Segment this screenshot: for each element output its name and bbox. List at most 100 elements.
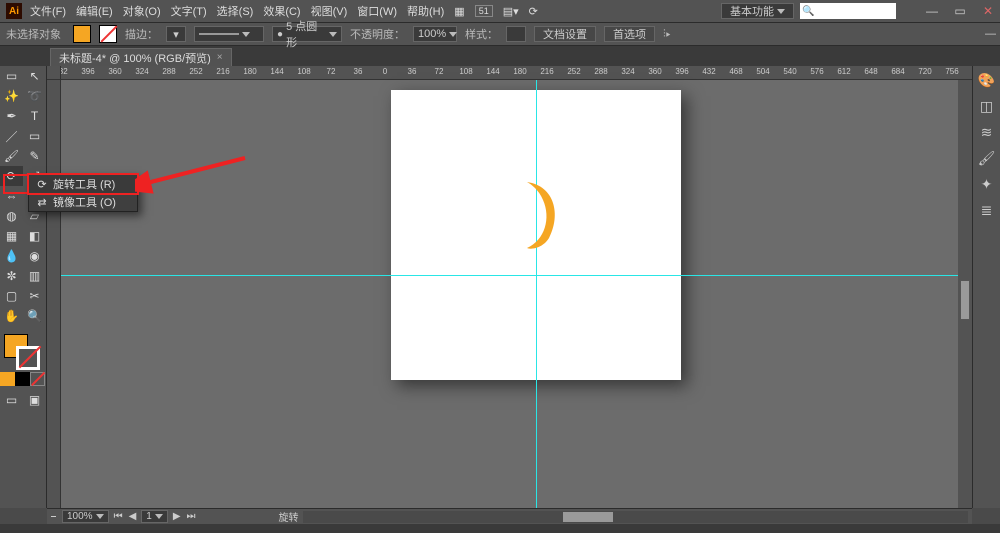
nav-next-icon[interactable]: ▶ — [170, 511, 184, 522]
layers-panel-icon[interactable]: ≣ — [977, 200, 997, 220]
ruler-tick: 252 — [567, 67, 580, 76]
zoom-field[interactable]: 100% — [62, 510, 109, 523]
selection-tool[interactable]: ▭ — [0, 66, 23, 86]
document-tab[interactable]: 未标题-4* @ 100% (RGB/预览) × — [50, 48, 232, 66]
ruler-tick: 72 — [435, 67, 444, 76]
window-minimize[interactable]: — — [920, 4, 944, 18]
screen-mode-full[interactable]: ▣ — [23, 390, 46, 410]
canvas[interactable] — [61, 80, 972, 508]
stroke-weight-field[interactable]: ▾ — [166, 26, 186, 42]
stroke-swatch[interactable] — [99, 25, 117, 43]
brushes-panel-icon[interactable]: 🖌 — [977, 148, 997, 168]
slice-tool[interactable]: ✂ — [23, 286, 46, 306]
stroke-panel-icon[interactable]: ≋ — [977, 122, 997, 142]
menu-object[interactable]: 对象(O) — [123, 3, 161, 19]
menu-type[interactable]: 文字(T) — [171, 3, 207, 19]
ruler-origin[interactable] — [47, 66, 61, 80]
guide-horizontal[interactable] — [61, 275, 972, 276]
swatches-panel-icon[interactable]: ◫ — [977, 96, 997, 116]
pencil-tool[interactable]: ✎ — [23, 146, 46, 166]
scrollbar-v-thumb[interactable] — [960, 280, 970, 320]
doc-min-icon[interactable]: — — [985, 28, 996, 40]
lasso-tool[interactable]: ➰ — [23, 86, 46, 106]
color-panel-icon[interactable]: 🎨 — [977, 70, 997, 90]
graph-tool[interactable]: ▥ — [23, 266, 46, 286]
window-restore[interactable]: ▭ — [948, 4, 972, 18]
nav-first-icon[interactable]: ⏮ — [111, 511, 126, 522]
type-tool[interactable]: T — [23, 106, 46, 126]
paintbrush-tool[interactable]: 🖌 — [0, 146, 23, 166]
search-input[interactable]: 🔍 — [800, 3, 896, 19]
direct-selection-tool[interactable]: ↖ — [23, 66, 46, 86]
symbol-sprayer-tool[interactable]: ✼ — [0, 266, 23, 286]
scrollbar-vertical[interactable] — [958, 80, 972, 508]
none-mode-icon[interactable] — [30, 372, 45, 386]
symbols-panel-icon[interactable]: ✦ — [977, 174, 997, 194]
scrollbar-h-thumb[interactable] — [563, 512, 613, 522]
preferences-button[interactable]: 首选项 — [604, 26, 655, 42]
menu-select[interactable]: 选择(S) — [217, 3, 254, 19]
line-tool[interactable]: ／ — [0, 126, 23, 146]
ruler-tick: 36 — [354, 67, 363, 76]
ruler-tick: 108 — [297, 67, 310, 76]
nav-prev-icon[interactable]: ◀ — [126, 511, 140, 522]
pen-tool[interactable]: ✒ — [0, 106, 23, 126]
shape-builder-tool[interactable]: ◍ — [0, 206, 23, 226]
gradient-mode-icon[interactable] — [15, 372, 30, 386]
workspace-switcher[interactable]: 基本功能 — [721, 3, 794, 19]
blend-tool[interactable]: ◉ — [23, 246, 46, 266]
brush-field[interactable]: ● 5 点圆形 — [272, 26, 342, 42]
menu-help[interactable]: 帮助(H) — [407, 3, 444, 19]
stroke-profile-field[interactable] — [194, 26, 264, 42]
gradient-tool[interactable]: ◧ — [23, 226, 46, 246]
menu-view[interactable]: 视图(V) — [311, 3, 348, 19]
page-field[interactable]: 1 — [141, 510, 168, 523]
ruler-tick: 144 — [270, 67, 283, 76]
fill-stroke-indicator[interactable] — [0, 332, 46, 372]
menu-extra-3[interactable]: ▤▾ — [503, 5, 519, 18]
window-close[interactable]: ✕ — [976, 4, 1000, 18]
rectangle-tool[interactable]: ▭ — [23, 126, 46, 146]
control-overflow-icon[interactable]: ⫶▸ — [663, 28, 671, 41]
width-tool[interactable]: ⇔ — [0, 186, 23, 206]
menu-file[interactable]: 文件(F) — [30, 3, 66, 19]
zoom-out-icon[interactable]: ⎯ — [47, 511, 60, 522]
rotate-tool[interactable]: ⟳ — [0, 166, 23, 186]
menu-extra-1[interactable]: ▦ — [454, 5, 464, 18]
opacity-field[interactable]: 100% — [413, 26, 457, 42]
eyedropper-tool[interactable]: 💧 — [0, 246, 23, 266]
panel-dock: 🎨 ◫ ≋ 🖌 ✦ ≣ — [972, 66, 1000, 508]
ruler-tick: 180 — [243, 67, 256, 76]
magic-wand-tool[interactable]: ✨ — [0, 86, 23, 106]
ruler-vertical[interactable] — [47, 80, 61, 508]
guide-vertical[interactable] — [536, 80, 537, 508]
menu-extra-2[interactable]: 51 — [475, 5, 493, 17]
hand-tool[interactable]: ✋ — [0, 306, 23, 326]
ruler-tick: 324 — [135, 67, 148, 76]
nav-last-icon[interactable]: ⏭ — [184, 511, 199, 522]
menu-extra-4[interactable]: ⟳ — [529, 5, 538, 18]
screen-mode-normal[interactable]: ▭ — [0, 390, 23, 410]
zoom-tool[interactable]: 🔍 — [23, 306, 46, 326]
ruler-horizontal[interactable]: 4323963603242882522161801441087236036721… — [61, 66, 972, 80]
style-field[interactable] — [506, 26, 526, 42]
style-label: 样式： — [465, 26, 498, 42]
artboard-tool[interactable]: ▢ — [0, 286, 23, 306]
flyout-rotate-tool[interactable]: ⟳ 旋转工具 (R) — [29, 175, 137, 193]
color-mode-icon[interactable] — [0, 372, 15, 386]
ruler-tick: 396 — [675, 67, 688, 76]
flyout-rotate-label: 旋转工具 (R) — [53, 176, 115, 192]
scrollbar-horizontal[interactable] — [303, 511, 968, 523]
menu-effect[interactable]: 效果(C) — [263, 3, 300, 19]
mesh-tool[interactable]: ▦ — [0, 226, 23, 246]
ruler-tick: 504 — [756, 67, 769, 76]
rotate-icon: ⟳ — [35, 178, 49, 191]
flyout-reflect-tool[interactable]: ⇄ 镜像工具 (O) — [29, 193, 137, 211]
fill-swatch[interactable] — [73, 25, 91, 43]
stroke-color-icon[interactable] — [16, 346, 40, 370]
menu-window[interactable]: 窗口(W) — [357, 3, 397, 19]
document-setup-button[interactable]: 文档设置 — [534, 26, 596, 42]
artwork-moon-shape[interactable] — [521, 180, 565, 250]
document-tab-close[interactable]: × — [217, 52, 223, 63]
menu-edit[interactable]: 编辑(E) — [76, 3, 113, 19]
